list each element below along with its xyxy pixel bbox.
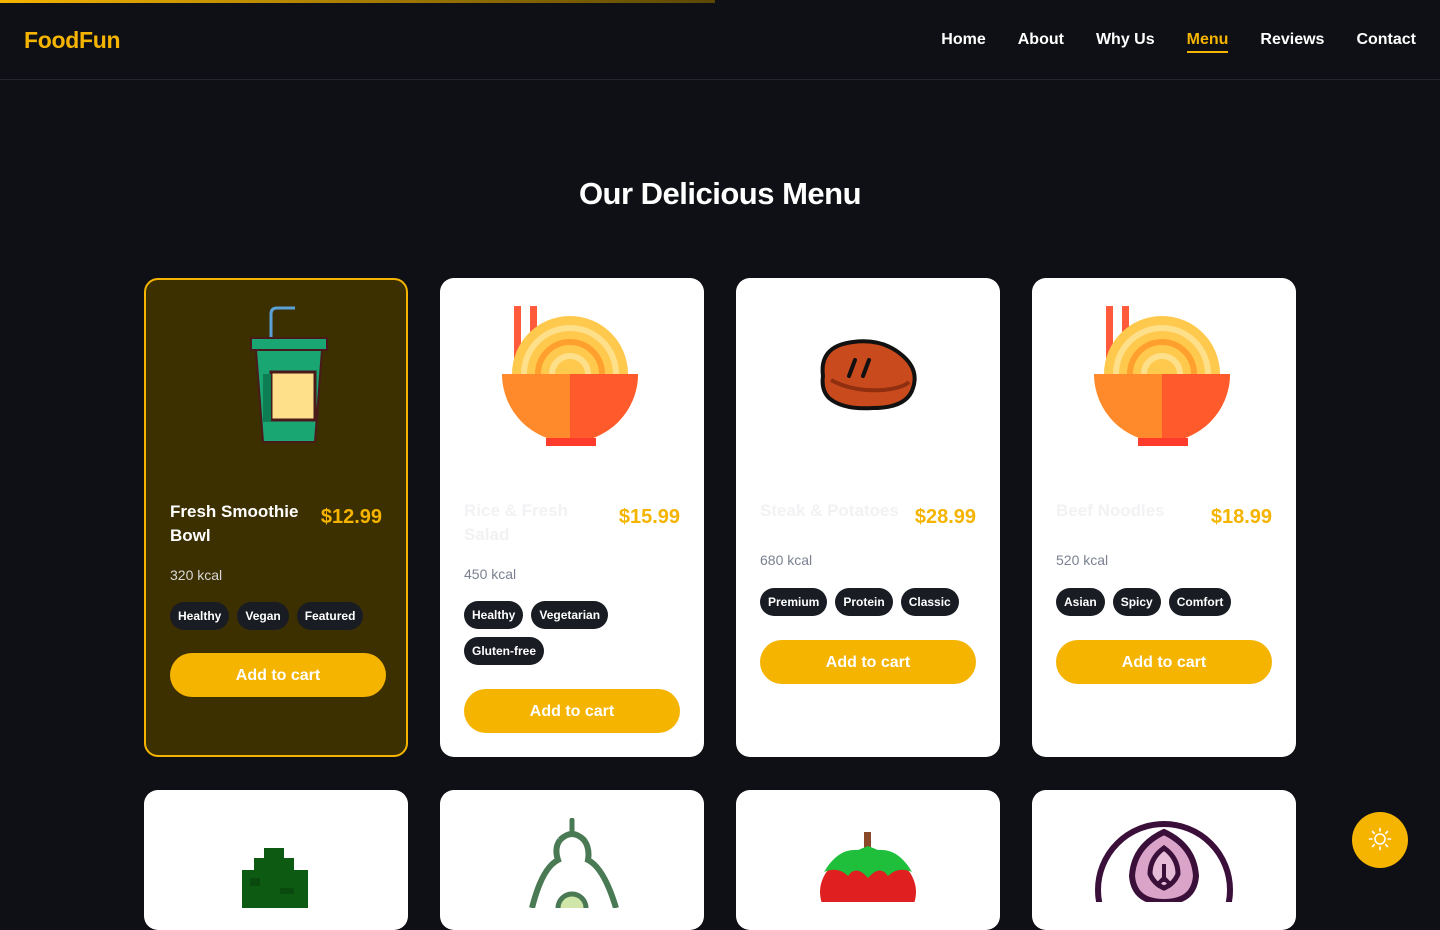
menu-card bbox=[1032, 790, 1296, 930]
sun-icon bbox=[1368, 827, 1392, 854]
item-price: $12.99 bbox=[320, 506, 382, 528]
tag: Protein bbox=[835, 588, 893, 616]
tag: Vegetarian bbox=[531, 601, 609, 629]
item-tags: Healthy Vegan Featured bbox=[170, 602, 390, 630]
nav-reviews[interactable]: Reviews bbox=[1260, 30, 1324, 53]
item-name: Steak & Potatoes bbox=[760, 501, 899, 520]
menu-card bbox=[440, 790, 704, 930]
menu-card bbox=[144, 790, 408, 930]
tomato-icon bbox=[818, 832, 918, 930]
tag: Premium bbox=[760, 588, 828, 616]
item-price: $15.99 bbox=[618, 506, 680, 528]
nav-home[interactable]: Home bbox=[941, 30, 985, 53]
tag: Classic bbox=[900, 588, 959, 616]
tag: Featured bbox=[296, 602, 364, 630]
item-calories: 680 kcal bbox=[760, 552, 813, 568]
item-name: Fresh Smoothie Bowl bbox=[170, 502, 299, 545]
add-to-cart-button[interactable]: Add to cart bbox=[464, 689, 680, 733]
add-to-cart-button[interactable]: Add to cart bbox=[1056, 640, 1272, 684]
nav-why-us[interactable]: Why Us bbox=[1096, 30, 1155, 53]
onion-icon bbox=[1094, 818, 1234, 930]
item-tags: Premium Protein Classic bbox=[760, 588, 980, 616]
tag: Healthy bbox=[464, 601, 524, 629]
item-tags: Healthy Vegetarian Gluten-free bbox=[464, 601, 684, 665]
tag: Spicy bbox=[1112, 588, 1161, 616]
tag: Asian bbox=[1056, 588, 1105, 616]
item-calories: 520 kcal bbox=[1056, 552, 1109, 568]
menu-card: Beef Noodles $18.99 520 kcal Asian Spicy… bbox=[1032, 278, 1296, 757]
item-calories: 450 kcal bbox=[464, 566, 517, 582]
menu-card: Fresh Smoothie Bowl $12.99 320 kcal Heal… bbox=[144, 278, 408, 757]
item-price: $18.99 bbox=[1210, 506, 1272, 528]
brand-logo[interactable]: FoodFun bbox=[24, 27, 121, 54]
item-tags: Asian Spicy Comfort bbox=[1056, 588, 1276, 616]
site-header: FoodFun Home About Why Us Menu Reviews C… bbox=[0, 0, 1440, 80]
steak-icon bbox=[736, 336, 1000, 496]
menu-card: Steak & Potatoes $28.99 680 kcal Premium… bbox=[736, 278, 1000, 757]
nav-menu[interactable]: Menu bbox=[1186, 30, 1229, 53]
page-title: Our Delicious Menu bbox=[578, 176, 862, 211]
tag: Healthy bbox=[170, 602, 230, 630]
menu-card bbox=[736, 790, 1000, 930]
item-calories: 320 kcal bbox=[170, 567, 223, 583]
nav-contact[interactable]: Contact bbox=[1356, 30, 1416, 53]
noodle-bowl-icon bbox=[1032, 306, 1296, 466]
noodle-bowl-icon bbox=[440, 306, 704, 466]
tag: Gluten-free bbox=[464, 637, 545, 665]
add-to-cart-button[interactable]: Add to cart bbox=[760, 640, 976, 684]
menu-card: Rice & Fresh Salad $15.99 450 kcal Healt… bbox=[440, 278, 704, 757]
avocado-icon bbox=[524, 817, 624, 925]
main-nav: Home About Why Us Menu Reviews Contact bbox=[909, 30, 1416, 53]
tag: Vegan bbox=[237, 602, 289, 630]
item-name: Rice & Fresh Salad bbox=[464, 501, 568, 544]
tag: Comfort bbox=[1168, 588, 1232, 616]
item-price: $28.99 bbox=[914, 506, 976, 528]
add-to-cart-button[interactable]: Add to cart bbox=[170, 653, 386, 697]
item-name: Beef Noodles bbox=[1056, 501, 1165, 520]
broccoli-icon bbox=[240, 848, 310, 913]
theme-toggle-button[interactable] bbox=[1352, 812, 1408, 868]
nav-about[interactable]: About bbox=[1018, 30, 1064, 53]
smoothie-cup-icon bbox=[146, 302, 406, 462]
